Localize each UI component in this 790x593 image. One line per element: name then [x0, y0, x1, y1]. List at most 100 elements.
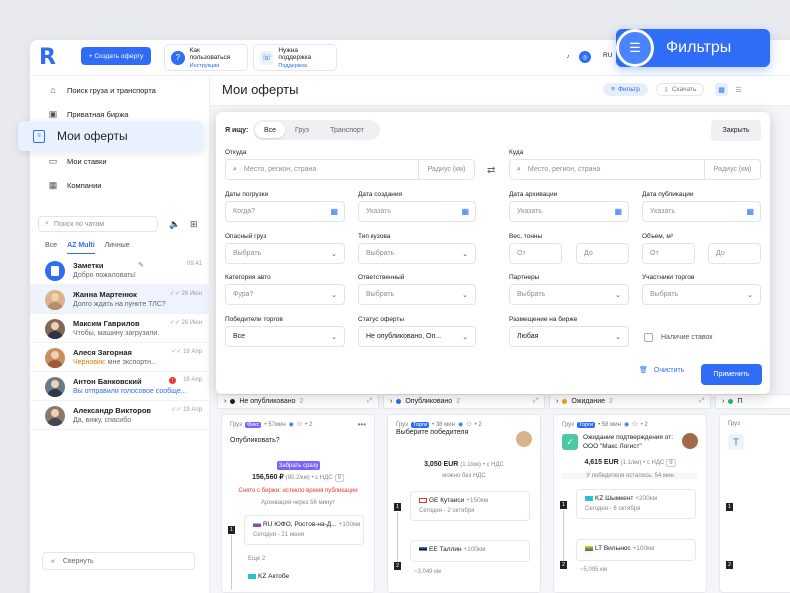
chat-tab-all[interactable]: Все [45, 242, 57, 254]
chevron-down-icon: ⌄ [462, 251, 468, 258]
participants-select[interactable]: Выбрать ⌄ [642, 284, 761, 305]
language-switch[interactable]: RU [603, 52, 612, 59]
chat-message: Вы отправили голосовое сообще... [73, 388, 187, 395]
logo[interactable]: R [39, 47, 59, 69]
column-header[interactable]: › Не опубликовано 2 ⤢ [217, 394, 379, 409]
avatar [45, 290, 65, 310]
expand-icon[interactable]: ⤢ [699, 398, 704, 405]
route-from: GE Кутаиси +150км Сегодня - 2 октября [410, 491, 530, 521]
stop-number-2: 2 [560, 561, 567, 569]
auto-category-select[interactable]: Фура? ⌄ [225, 284, 345, 305]
offer-status-select[interactable]: Не опубликовано, Оп... ⌄ [358, 326, 476, 347]
seek-tab-transport[interactable]: Транспорт [319, 122, 375, 138]
create-offer-button[interactable]: + Создать оферту [81, 47, 151, 65]
chat-item-notes[interactable]: Заметки Добро пожаловать! 09:41 ✎ [30, 256, 210, 285]
chat-tab-personal[interactable]: Личные [105, 242, 130, 254]
chat-item[interactable]: Жанна Мартенюк Долго ждать на пункте ТЛС… [30, 285, 210, 314]
status-dot [230, 399, 236, 404]
offer-card[interactable]: Груз T 1 2 [719, 414, 790, 593]
route-city: RU ЮФО, Ростов-на-Д... +100км [253, 521, 360, 528]
clear-button[interactable]: 🗑 Очистить [639, 366, 684, 375]
apply-button[interactable]: Применить [701, 364, 762, 385]
status-line-1: Ожидание подтверждения от: [583, 434, 674, 441]
expand-icon[interactable]: ⤢ [367, 398, 372, 405]
chevron-down-icon: ⌄ [615, 292, 621, 299]
collapse-sidebar-button[interactable]: « Свернуть [42, 552, 195, 570]
archived-input[interactable]: Указать ▦ [509, 201, 629, 222]
created-input[interactable]: Указать ▦ [358, 201, 476, 222]
more-stops[interactable]: Еще 2 [248, 556, 374, 562]
nav-my-bids[interactable]: ▭ Мои ставки [48, 153, 107, 169]
route-from: RU ЮФО, Ростов-на-Д... +100км Сегодня - … [244, 515, 364, 545]
chat-item[interactable]: Максим Гаврилов Чтобы, машину загрузили.… [30, 314, 210, 343]
column-header[interactable]: › Ожидание 2 ⤢ [549, 394, 711, 409]
nav-search-cargo[interactable]: ⌂ Поиск груза и транспорта [48, 82, 156, 98]
to-radius-input[interactable]: Радиус (км) [704, 160, 760, 179]
published-input[interactable]: Указать ▦ [642, 201, 761, 222]
swap-icon[interactable]: ⇄ [487, 165, 495, 176]
responsible-select[interactable]: Выбрать ⌄ [358, 284, 476, 305]
expand-icon[interactable]: ⤢ [533, 398, 538, 405]
offer-card[interactable]: Груз Торги • 58 мин ◉ ⚇ • 2 ✓ Ожидание подтве… [553, 414, 707, 593]
partners-select[interactable]: Выбрать ⌄ [509, 284, 629, 305]
new-chat-icon[interactable]: ⊞ [190, 219, 198, 230]
support-link[interactable]: ☏ Нужна поддержка Поддержка [253, 44, 337, 71]
route-to: LT Вильнюс +100км [576, 539, 696, 561]
kanban-board: › Не опубликовано 2 ⤢ Груз Фикс • 57мин ◉ ⚇ • 2 … [210, 394, 790, 593]
chat-tab-az-multi[interactable]: AZ Multi [67, 242, 95, 254]
volume-to-input[interactable]: До [708, 243, 761, 264]
sound-icon[interactable]: 🔈 [169, 219, 180, 230]
winners-select[interactable]: Все ⌄ [225, 326, 345, 347]
card-meta: Груз Торги • 58 мин ◉ ⚇ • 2 [562, 421, 648, 428]
country-code: LT [595, 545, 602, 552]
my-offers-nav-highlight[interactable]: ≡ Мои оферты [18, 121, 203, 151]
close-filter-button[interactable]: Закрыть [711, 120, 761, 141]
offer-card[interactable]: Груз Торги • 38 мин ◉ ⚇ • 2 Выберите победите… [387, 414, 541, 593]
chat-name: Жанна Мартенюк [73, 290, 137, 299]
placement-select[interactable]: Любая ⌄ [509, 326, 629, 347]
route-date: Сегодня - 2 октября [419, 508, 475, 514]
filter-toggle-button[interactable]: ≡ Фильтр [603, 83, 648, 96]
load-dates-input[interactable]: Когда? ▦ [225, 201, 345, 222]
to-input[interactable]: ⌕ Место, регион, страна Радиус (км) [509, 159, 761, 180]
offer-card[interactable]: Груз Фикс • 57мин ◉ ⚇ • 2 ••• Опубликовать? З… [221, 414, 375, 593]
column-header[interactable]: › П [715, 394, 790, 409]
how-to-use-link[interactable]: ? Как пользоваться Инструкции [164, 44, 248, 71]
column-header[interactable]: › Опубликовано 2 ⤢ [383, 394, 545, 409]
tiktok-icon[interactable]: ♪ [562, 51, 574, 63]
download-icon: ⇩ [663, 86, 670, 94]
danger-select[interactable]: Выбрать ⌄ [225, 243, 345, 264]
price-badge: 9 [334, 474, 344, 482]
to-label: Куда [509, 149, 524, 156]
instagram-icon[interactable]: ◎ [579, 51, 591, 63]
from-input[interactable]: ⌕ Место, регион, страна Радиус (км) [225, 159, 475, 180]
price-sub: (1.1/км) • с НДС [620, 460, 665, 466]
seek-tab-all[interactable]: Все [255, 122, 285, 138]
take-now-badge: Забрать сразу [277, 461, 320, 470]
handshake-icon: ⚇ [632, 422, 638, 428]
chat-search-input[interactable]: ⌕ Поиск по чатам [38, 216, 158, 232]
card-age: • 38 мин [432, 421, 455, 428]
volume-from-input[interactable]: От [642, 243, 695, 264]
seek-tab-cargo[interactable]: Груз [285, 122, 319, 138]
globe-icon: ◉ [288, 422, 294, 428]
card-type: Груз [562, 421, 574, 428]
list-view-icon[interactable]: ☰ [732, 83, 745, 96]
chat-message: Чтобы, машину загрузили. [73, 330, 160, 337]
chat-item[interactable]: Антон Банковский Вы отправили голосовое … [30, 372, 210, 401]
from-radius-input[interactable]: Радиус (км) [418, 160, 474, 179]
more-icon[interactable]: ••• [358, 420, 366, 429]
chat-item[interactable]: Александр Викторов Да, вижу, спасибо ✓✓ … [30, 401, 210, 430]
chat-item[interactable]: Алеся Загорная Черновик: мне экспортн...… [30, 343, 210, 372]
route-distance: ~5,095 км [580, 567, 607, 573]
board-view-icon[interactable]: ▦ [715, 83, 728, 96]
weight-to-input[interactable]: До [576, 243, 629, 264]
weight-from-input[interactable]: От [509, 243, 562, 264]
nav-companies[interactable]: ▦ Компании [48, 177, 102, 193]
download-button[interactable]: ⇩ Скачать [656, 83, 704, 96]
nav-private-exchange[interactable]: ▣ Приватная биржа [48, 106, 129, 122]
avatar [45, 377, 65, 397]
card-bids: • 2 [474, 421, 482, 428]
has-bids-checkbox[interactable]: Наличие ставок [644, 333, 712, 342]
body-type-select[interactable]: Выбрать ⌄ [358, 243, 476, 264]
